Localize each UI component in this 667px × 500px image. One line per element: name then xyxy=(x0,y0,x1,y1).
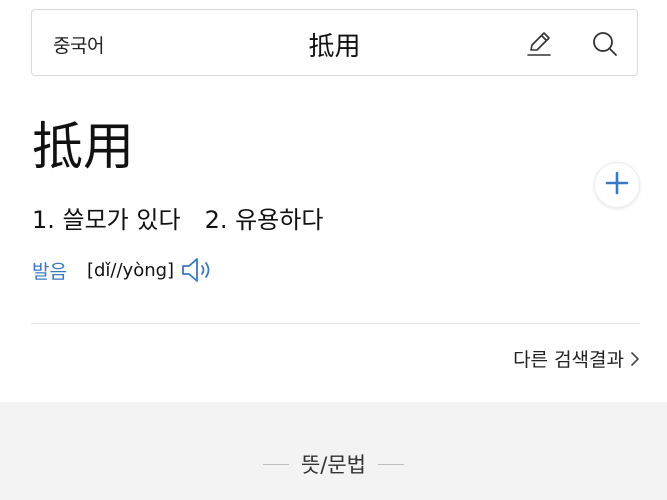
magnifier-icon xyxy=(591,30,619,58)
other-results-label: 다른 검색결과 xyxy=(513,349,624,371)
plus-icon xyxy=(605,171,629,199)
meaning-2: 2. 유용하다 xyxy=(204,206,324,234)
pronunciation-text: [dǐ//yòng] xyxy=(86,259,175,281)
add-to-wordbook-button[interactable] xyxy=(594,162,640,208)
section-header: 뜻/문법 xyxy=(0,449,667,479)
pronunciation-label: 발음 xyxy=(32,260,67,283)
pencil-icon xyxy=(525,30,553,58)
meaning-grammar-section: 뜻/문법 xyxy=(0,402,667,500)
meanings: 1. 쓸모가 있다 2. 유용하다 xyxy=(32,200,323,235)
headword: 抵用 xyxy=(32,118,135,177)
section-title: 뜻/문법 xyxy=(300,453,367,477)
divider xyxy=(262,463,289,465)
chevron-right-icon xyxy=(630,351,640,367)
edit-button[interactable] xyxy=(523,28,555,60)
divider xyxy=(31,323,640,324)
pronunciation-row: 발음 [dǐ//yòng] xyxy=(32,255,216,285)
search-bar[interactable]: 중국어 抵用 xyxy=(31,9,638,76)
meaning-1: 1. 쓸모가 있다 xyxy=(32,206,181,234)
divider xyxy=(378,463,405,465)
search-button[interactable] xyxy=(589,28,621,60)
other-results-link[interactable]: 다른 검색결과 xyxy=(513,345,640,372)
speaker-icon[interactable] xyxy=(180,256,216,284)
